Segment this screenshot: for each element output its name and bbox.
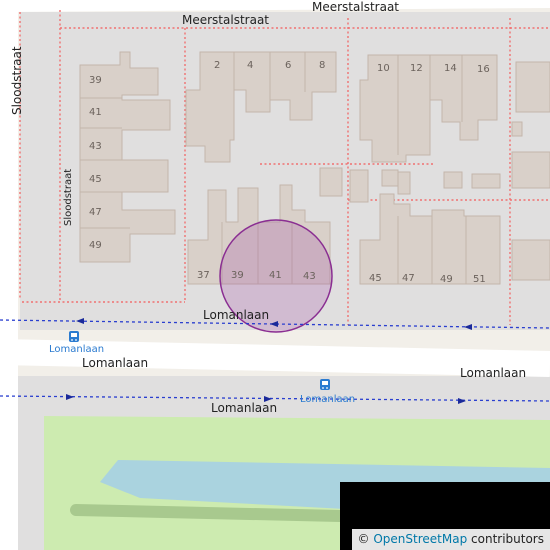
- park-path: [70, 504, 346, 522]
- bus-stop-label: Lomanlaan: [49, 344, 104, 355]
- house-number: 51: [473, 274, 486, 285]
- house-number: 47: [402, 273, 415, 284]
- house-number: 43: [89, 141, 102, 152]
- house-number: 12: [410, 63, 423, 74]
- house-number: 41: [89, 107, 102, 118]
- street-label-lomanlaan-left: Lomanlaan: [82, 356, 148, 370]
- house-number: 10: [377, 63, 390, 74]
- house-number: 45: [369, 273, 382, 284]
- house-number: 39: [231, 270, 244, 281]
- bus-stop-label: Lomanlaan: [300, 394, 355, 405]
- house-number: 43: [303, 271, 316, 282]
- meerstalstraat-road: [0, 0, 550, 12]
- bus-stop-icon[interactable]: [320, 379, 330, 390]
- map-attribution: © OpenStreetMap contributors: [351, 529, 550, 550]
- copyright-symbol: ©: [357, 532, 370, 546]
- attribution-suffix: contributors: [467, 532, 544, 546]
- street-label-sloodstraat: Sloodstraat: [10, 46, 24, 115]
- street-label-meerstalstraat-left: Meerstalstraat: [182, 13, 269, 27]
- street-label-lomanlaan-right: Lomanlaan: [460, 366, 526, 380]
- house-number: 16: [477, 64, 490, 75]
- street-label-meerstalstraat: Meerstalstraat: [312, 0, 399, 14]
- house-number: 4: [247, 60, 253, 71]
- bus-stop-icon[interactable]: [69, 331, 79, 342]
- house-number: 8: [319, 60, 325, 71]
- house-number: 39: [89, 75, 102, 86]
- map-canvas[interactable]: Meerstalstraat Meerstalstraat Sloodstraa…: [0, 0, 550, 550]
- street-label-lomanlaan-path: Lomanlaan: [203, 308, 269, 322]
- street-label-lomanlaan-lower: Lomanlaan: [211, 401, 277, 415]
- house-number: 14: [444, 63, 457, 74]
- openstreetmap-link[interactable]: OpenStreetMap: [373, 532, 467, 546]
- house-number: 37: [197, 270, 210, 281]
- house-number: 45: [89, 174, 102, 185]
- house-number: 49: [89, 240, 102, 251]
- house-number: 2: [214, 60, 220, 71]
- street-label-sloodstraat-inner: Sloodstraat: [63, 169, 74, 226]
- house-number: 41: [269, 270, 282, 281]
- house-number: 6: [285, 60, 291, 71]
- house-number: 47: [89, 207, 102, 218]
- house-number: 49: [440, 274, 453, 285]
